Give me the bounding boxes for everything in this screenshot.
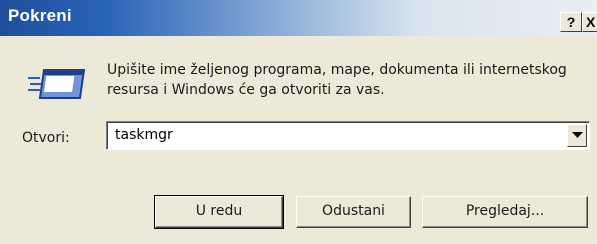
description-text: Upišite ime željenog programa, mape, dok…: [107, 62, 567, 98]
open-input[interactable]: [115, 127, 555, 143]
help-button[interactable]: ?: [560, 12, 582, 32]
title-bar[interactable]: Pokreni ? X: [0, 0, 597, 36]
cancel-button[interactable]: Odustani: [296, 196, 411, 228]
run-dialog: Pokreni ? X Upišite ime željenog program…: [0, 0, 597, 244]
browse-button[interactable]: Pregledaj...: [422, 196, 588, 228]
open-label: Otvori:: [22, 130, 70, 146]
run-program-icon: [26, 64, 88, 106]
open-label-text: Otvori:: [22, 130, 70, 146]
dropdown-button[interactable]: [567, 124, 587, 147]
close-button[interactable]: X: [582, 12, 597, 32]
window-title: Pokreni: [8, 6, 72, 25]
chevron-down-icon: [572, 132, 583, 138]
ok-button[interactable]: U redu: [154, 195, 284, 229]
open-combobox[interactable]: [106, 121, 590, 150]
